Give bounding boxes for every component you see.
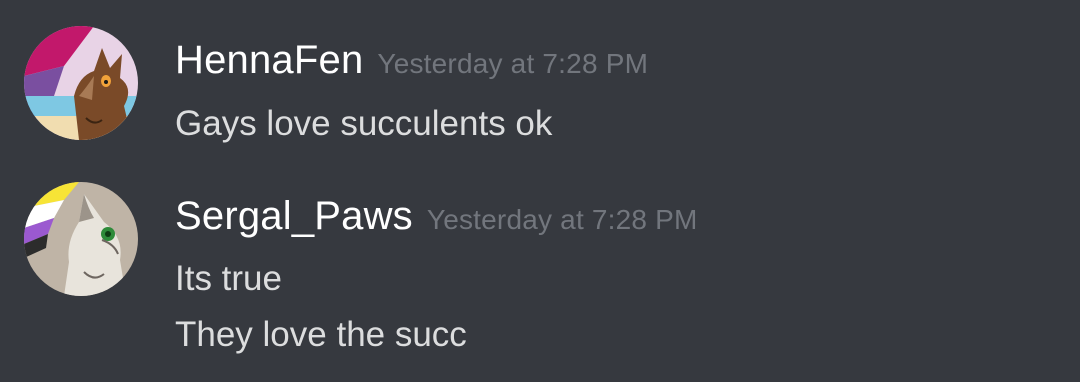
message-text: Gays love succulents ok xyxy=(175,104,553,143)
message-text: Its true xyxy=(175,259,282,298)
fox-avatar-icon xyxy=(24,26,138,140)
message-text: They love the succ xyxy=(175,315,467,354)
user-avatar[interactable] xyxy=(24,26,138,140)
username[interactable]: HennaFen xyxy=(175,38,363,82)
user-avatar[interactable] xyxy=(24,182,138,296)
sergal-avatar-icon xyxy=(24,182,138,296)
username[interactable]: Sergal_Paws xyxy=(175,194,413,238)
message-timestamp: Yesterday at 7:28 PM xyxy=(426,204,698,235)
message-timestamp: Yesterday at 7:28 PM xyxy=(377,48,649,79)
message-group: HennaFen Yesterday at 7:28 PM Gays love s… xyxy=(0,0,1080,165)
message-group: Sergal_Paws Yesterday at 7:28 PM Its true… xyxy=(0,165,1080,382)
